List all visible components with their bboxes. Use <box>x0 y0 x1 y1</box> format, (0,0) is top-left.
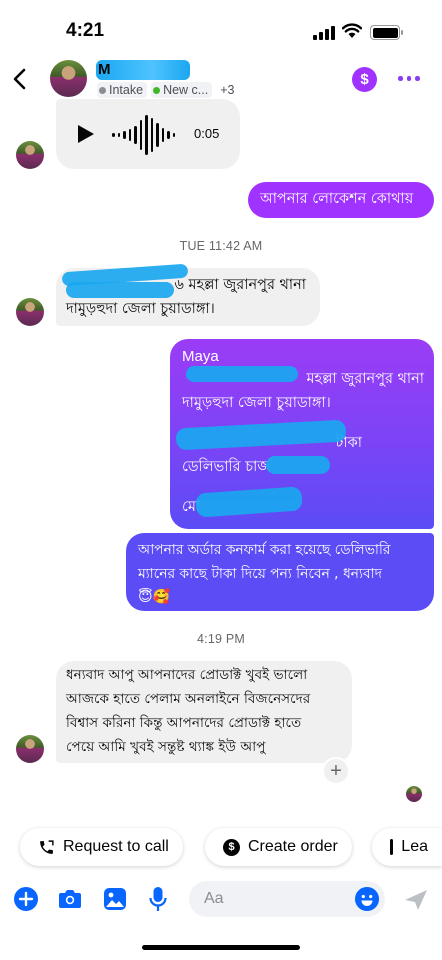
quick-reply-create-order[interactable]: $ Create order <box>205 828 352 866</box>
label-dot-icon <box>99 86 106 94</box>
label-chip-intake[interactable]: Intake <box>97 82 148 98</box>
message-text: পেয়ে আমি খুবই সন্তুষ্ট থ্যাঙ্ক ইউ আপু <box>66 739 266 755</box>
dollar-icon: $ <box>223 838 240 856</box>
plus-circle-icon[interactable] <box>14 887 38 911</box>
redaction-scribble <box>186 366 298 382</box>
play-icon[interactable] <box>78 125 94 143</box>
label-chip-new[interactable]: New c... <box>151 82 213 98</box>
status-time: 4:21 <box>66 20 105 41</box>
contact-name[interactable]: M <box>96 60 190 80</box>
sender-avatar[interactable] <box>16 735 44 763</box>
voice-duration: 0:05 <box>194 126 220 141</box>
sender-avatar[interactable] <box>16 298 44 326</box>
voice-message[interactable]: 0:05 <box>56 99 240 169</box>
incoming-message[interactable]: ধন্যবাদ আপু আপনাদের প্রোডাক্ট খুবই ভালো … <box>56 661 352 763</box>
quick-reply-lead[interactable]: Lea <box>372 828 442 866</box>
message-text: আজকে হাতে পেলাম অনলাইনে বিজনেসদের <box>66 691 311 707</box>
home-indicator <box>142 945 300 950</box>
more-options-icon[interactable] <box>398 76 420 81</box>
contact-labels[interactable]: Intake New c... +3 <box>97 82 234 98</box>
phone-icon <box>40 839 54 854</box>
document-icon <box>390 839 394 855</box>
send-icon[interactable] <box>404 889 428 911</box>
message-input[interactable]: Aa <box>189 881 385 917</box>
quick-reply-request-call[interactable]: Request to call <box>20 828 183 866</box>
message-text: ধন্যবাদ আপু আপনাদের প্রোডাক্ট খুবই ভালো <box>66 667 308 683</box>
wifi-icon <box>342 23 362 38</box>
emoji-icon[interactable] <box>355 887 379 911</box>
cellular-signal-icon <box>313 26 337 40</box>
back-arrow-icon[interactable] <box>10 66 30 92</box>
label-text: Intake <box>109 83 144 97</box>
message-text: আপনার অর্ডার কনফার্ম করা হয়েছে ডেলিভারি <box>138 542 391 558</box>
status-bar: 4:21 <box>0 0 442 58</box>
message-text: দামুড়হুদা জেলা চুয়াডাঙ্গা। <box>182 395 331 411</box>
outgoing-message[interactable]: আপনার লোকেশন কোথায় <box>248 182 434 218</box>
label-dot-icon <box>153 86 161 94</box>
gallery-icon[interactable] <box>103 887 127 911</box>
redaction-scribble <box>66 282 174 298</box>
outgoing-message[interactable]: আপনার অর্ডার কনফার্ম করা হয়েছে ডেলিভারি… <box>126 533 434 611</box>
message-text: আপনার লোকেশন কোথায় <box>260 191 414 207</box>
timestamp: 4:19 PM <box>197 632 245 646</box>
quoted-sender-name: Maya <box>182 348 219 365</box>
add-reaction-button[interactable]: + <box>322 757 350 785</box>
quick-reply-label: Request to call <box>63 838 169 855</box>
payment-button[interactable]: $ <box>352 67 377 92</box>
quick-reply-label: Create order <box>248 838 338 855</box>
message-input-placeholder: Aa <box>204 890 224 907</box>
quick-reply-label: Lea <box>401 838 428 855</box>
message-text: বিশ্বাস করিনা কিন্তু আপনাদের প্রোডাক্ট হ… <box>66 715 302 731</box>
waveform-icon <box>112 115 175 155</box>
read-receipt-avatar <box>406 786 422 802</box>
chat-header: M Intake New c... +3 $ <box>0 58 442 102</box>
message-text: দামুড়হুদা জেলা চুয়াডাঙ্গা। <box>66 301 215 317</box>
message-emoji: 😇🥰 <box>138 589 171 605</box>
contact-avatar[interactable] <box>50 60 87 97</box>
microphone-icon[interactable] <box>149 886 167 912</box>
redaction-scribble <box>266 456 330 474</box>
timestamp: TUE 11:42 AM <box>179 239 263 253</box>
message-text: ম্যানের কাছে টাকা দিয়ে পন্য নিবেন , ধন্… <box>138 566 382 582</box>
more-labels-count[interactable]: +3 <box>220 83 234 97</box>
label-text: New c... <box>163 83 209 97</box>
sender-avatar[interactable] <box>16 141 44 169</box>
battery-icon <box>370 25 403 40</box>
camera-icon[interactable] <box>58 889 82 909</box>
message-composer: Aa <box>0 878 442 924</box>
